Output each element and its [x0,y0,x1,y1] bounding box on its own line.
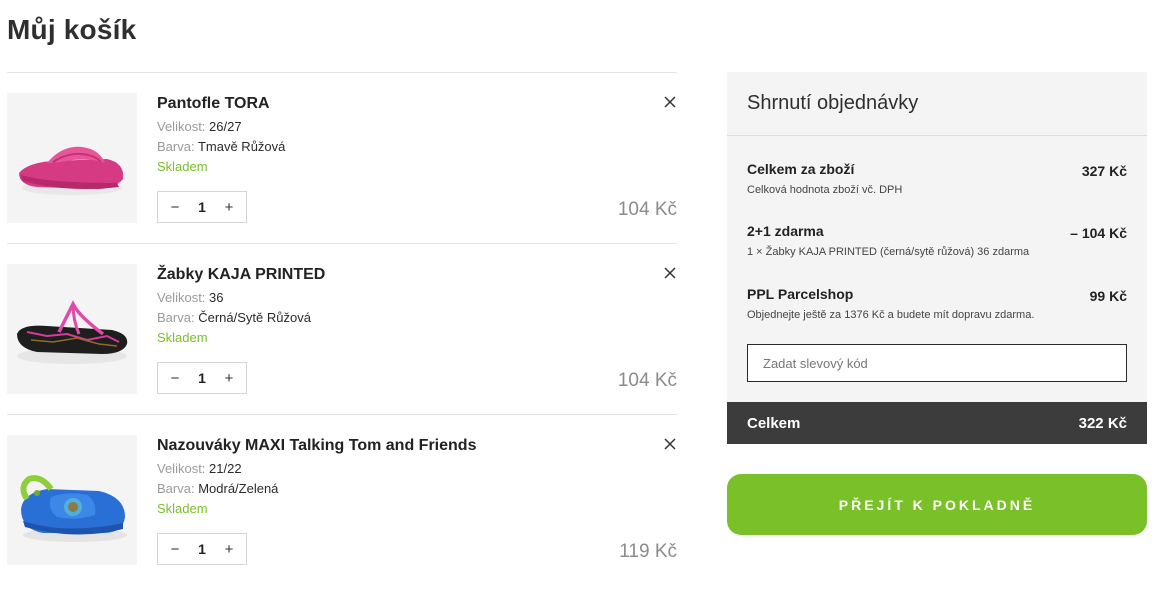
summary-title: Shrnutí objednávky [727,72,1147,136]
increase-quantity-button[interactable]: + [222,200,236,215]
decrease-quantity-button[interactable]: − [168,200,182,215]
size-label: Velikost: [157,119,206,134]
color-label: Barva: [157,139,195,154]
promo-value: – 104 Kč [1070,225,1127,241]
color-label: Barva: [157,481,195,496]
increase-quantity-button[interactable]: + [222,542,236,557]
stock-status: Skladem [157,501,208,516]
product-size: Velikost: 36 [157,290,224,305]
size-label: Velikost: [157,290,206,305]
product-color: Barva: Modrá/Zelená [157,481,278,496]
summary-promo-row: 2+1 zdarma – 104 Kč 1 × Žabky KAJA PRINT… [747,223,1127,258]
goods-label: Celkem za zboží [747,161,855,177]
quantity-stepper: − 1 + [157,362,247,394]
decrease-quantity-button[interactable]: − [168,542,182,557]
cart-list: Pantofle TORA Velikost: 26/27 Barva: Tma… [7,72,677,586]
increase-quantity-button[interactable]: + [222,371,236,386]
product-name[interactable]: Žabky KAJA PRINTED [157,266,325,284]
product-price: 119 Kč [619,541,677,562]
product-name[interactable]: Pantofle TORA [157,95,270,113]
shipping-value: 99 Kč [1089,288,1127,304]
shipping-note: Objednejte ještě za 1376 Kč a budete mít… [747,309,1035,321]
quantity-stepper: − 1 + [157,191,247,223]
product-image-clog[interactable] [7,435,137,565]
page-title: Můj košík [7,14,137,45]
summary-goods-row: Celkem za zboží 327 Kč Celková hodnota z… [747,161,1127,196]
size-label: Velikost: [157,461,206,476]
product-name[interactable]: Nazouváky MAXI Talking Tom and Friends [157,437,476,455]
color-value: Tmavě Růžová [197,139,286,154]
product-size: Velikost: 21/22 [157,461,242,476]
product-size: Velikost: 26/27 [157,119,242,134]
product-image-flip-flop[interactable] [7,264,137,394]
shipping-label: PPL Parcelshop [747,286,854,302]
order-summary: Shrnutí objednávky Celkem za zboží 327 K… [727,72,1147,444]
quantity-value[interactable]: 1 [198,370,206,386]
stock-status: Skladem [157,159,208,174]
goods-value: 327 Kč [1081,163,1127,179]
product-price: 104 Kč [617,370,677,391]
size-value: 36 [209,290,224,305]
total-value: 322 Kč [1078,414,1127,432]
cart-item: Nazouváky MAXI Talking Tom and Friends V… [7,415,677,586]
goods-note: Celková hodnota zboží vč. DPH [747,184,903,196]
close-icon[interactable] [663,437,677,451]
size-value: 21/22 [209,461,242,476]
quantity-stepper: − 1 + [157,533,247,565]
cart-item: Žabky KAJA PRINTED Velikost: 36 Barva: Č… [7,244,677,415]
product-color: Barva: Tmavě Růžová [157,139,285,154]
product-image-pink-slide[interactable] [7,93,137,223]
quantity-value[interactable]: 1 [198,199,206,215]
color-value: Modrá/Zelená [198,481,279,496]
checkout-button[interactable]: PŘEJÍT K POKLADNĚ [727,474,1147,535]
promo-note: 1 × Žabky KAJA PRINTED (černá/sytě růžov… [747,246,1030,258]
stock-status: Skladem [157,330,208,345]
cart-item: Pantofle TORA Velikost: 26/27 Barva: Tma… [7,73,677,244]
size-value: 26/27 [209,119,242,134]
product-price: 104 Kč [617,199,677,220]
close-icon[interactable] [663,95,677,109]
product-color: Barva: Černá/Sytě Růžová [157,310,311,325]
total-label: Celkem [747,414,801,432]
summary-shipping-row: PPL Parcelshop 99 Kč Objednejte ještě za… [747,286,1127,321]
close-icon[interactable] [663,266,677,280]
total-bar: Celkem 322 Kč [727,402,1147,444]
decrease-quantity-button[interactable]: − [168,371,182,386]
color-value: Černá/Sytě Růžová [198,310,311,325]
color-label: Barva: [157,310,195,325]
coupon-input[interactable] [747,344,1127,382]
quantity-value[interactable]: 1 [198,541,206,557]
